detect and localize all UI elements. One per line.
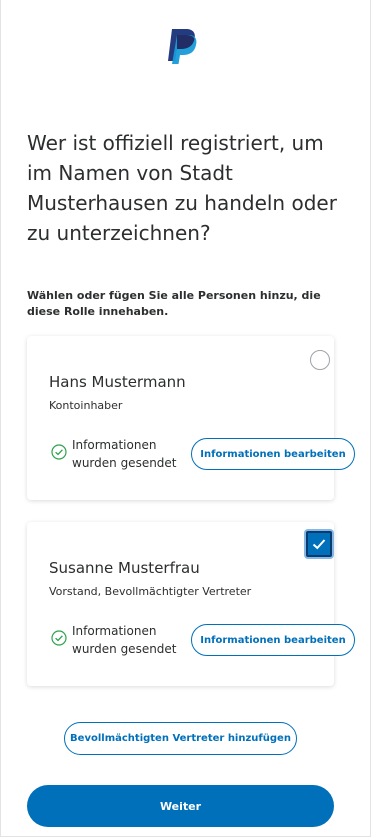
person-role: Kontoinhaber: [49, 399, 123, 412]
status-text: Informationen wurden gesendet: [72, 624, 177, 656]
status-text: Informationen wurden gesendet: [72, 438, 177, 470]
checkmark-icon: [312, 539, 326, 550]
person-card[interactable]: Hans Mustermann Kontoinhaber Information…: [27, 336, 355, 500]
add-representative-button[interactable]: Bevollmächtigten Vertreter hinzufügen: [64, 722, 297, 755]
instruction-text: Wählen oder fügen Sie alle Personen hinz…: [27, 289, 321, 318]
select-radio[interactable]: [310, 350, 330, 370]
page-title: Wer ist offiziell registriert, um im Nam…: [27, 131, 337, 245]
edit-info-button[interactable]: Informationen bearbeiten: [191, 438, 355, 470]
person-name: Susanne Musterfrau: [49, 559, 200, 577]
person-card[interactable]: Susanne Musterfrau Vorstand, Bevollmächt…: [27, 522, 355, 686]
edit-info-button[interactable]: Informationen bearbeiten: [191, 624, 355, 656]
check-circle-icon: [51, 630, 67, 646]
selected-checkbox[interactable]: [306, 531, 332, 557]
check-circle-icon: [51, 444, 67, 460]
paypal-logo-icon: [168, 29, 197, 64]
person-role: Vorstand, Bevollmächtigter Vertreter: [49, 585, 252, 598]
next-button[interactable]: Weiter: [27, 785, 334, 827]
person-name: Hans Mustermann: [49, 373, 186, 391]
